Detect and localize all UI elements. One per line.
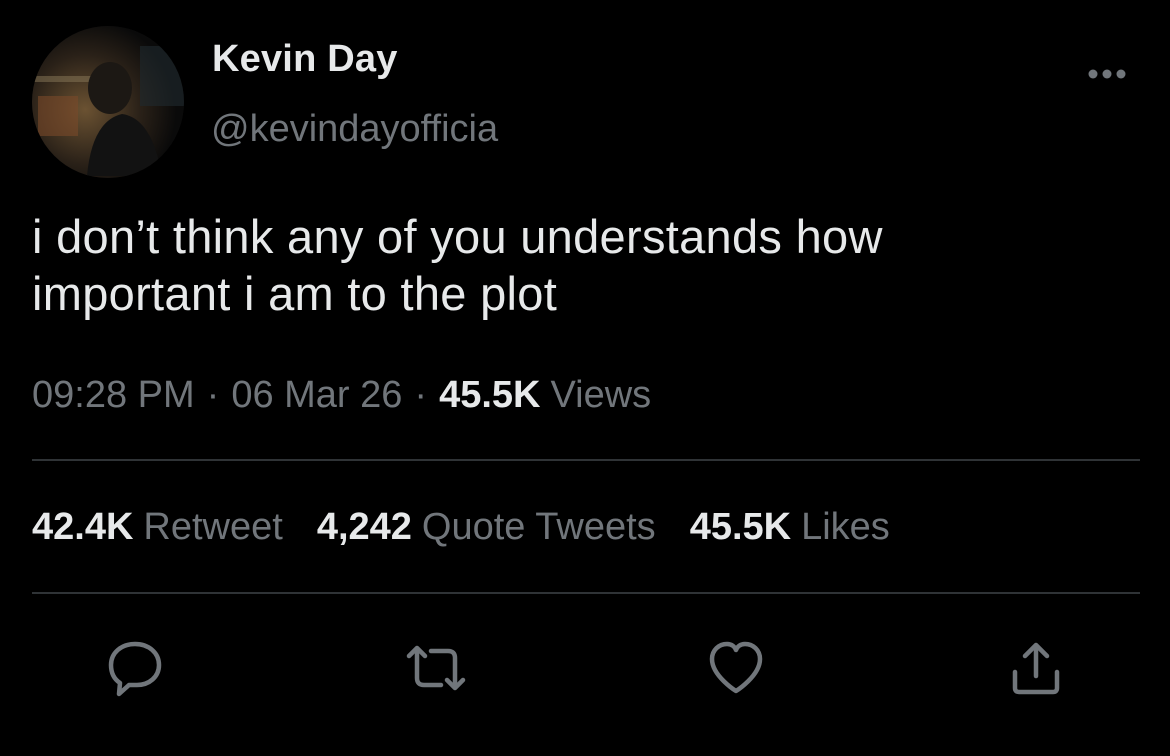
retweets-stat[interactable]: 42.4K Retweet: [32, 506, 283, 549]
retweets-label: Retweet: [143, 506, 283, 548]
avatar-photo-icon: [32, 26, 184, 178]
share-upload-icon: [1012, 642, 1060, 695]
views-label: Views: [550, 374, 652, 416]
display-name[interactable]: Kevin Day: [212, 38, 398, 81]
tweet-date[interactable]: 06 Mar 26: [231, 374, 402, 416]
divider: [32, 592, 1140, 594]
quotes-count: 4,242: [316, 506, 412, 548]
heart-icon: [709, 641, 763, 694]
tweet-time[interactable]: 09:28 PM: [32, 374, 195, 416]
likes-stat[interactable]: 45.5K Likes: [690, 506, 890, 549]
likes-count: 45.5K: [689, 506, 792, 548]
tweet-stats: 42.4K Retweet 4,242 Quote Tweets 45.5K Likes: [32, 506, 924, 549]
tweet-text-line: i don’t think any of you understands how: [32, 210, 883, 263]
meta-separator: ·: [414, 374, 428, 416]
avatar[interactable]: [32, 26, 184, 178]
tweet-meta: 09:28 PM · 06 Mar 26 · 45.5K Views: [32, 374, 651, 417]
tweet-text-line: important i am to the plot: [32, 267, 558, 320]
reply-button[interactable]: [105, 638, 165, 698]
like-button[interactable]: [706, 638, 766, 698]
reply-bubble-icon: [108, 641, 162, 697]
share-button[interactable]: [1007, 638, 1067, 698]
tweet-card: Kevin Day @kevindayofficia i don’t think…: [0, 0, 1170, 756]
quotes-label: Quote Tweets: [421, 506, 656, 548]
more-horizontal-icon[interactable]: [1086, 66, 1128, 82]
tweet-text: i don’t think any of you understands how…: [32, 208, 1132, 322]
meta-separator: ·: [206, 374, 220, 416]
retweets-count: 42.4K: [32, 506, 134, 548]
retweet-button[interactable]: [401, 638, 466, 698]
quotes-stat[interactable]: 4,242 Quote Tweets: [317, 506, 656, 549]
divider: [32, 459, 1140, 461]
views-count: 45.5K: [439, 374, 541, 416]
retweet-icon: [406, 645, 466, 691]
likes-label: Likes: [801, 506, 890, 548]
user-handle[interactable]: @kevindayofficia: [211, 108, 498, 151]
